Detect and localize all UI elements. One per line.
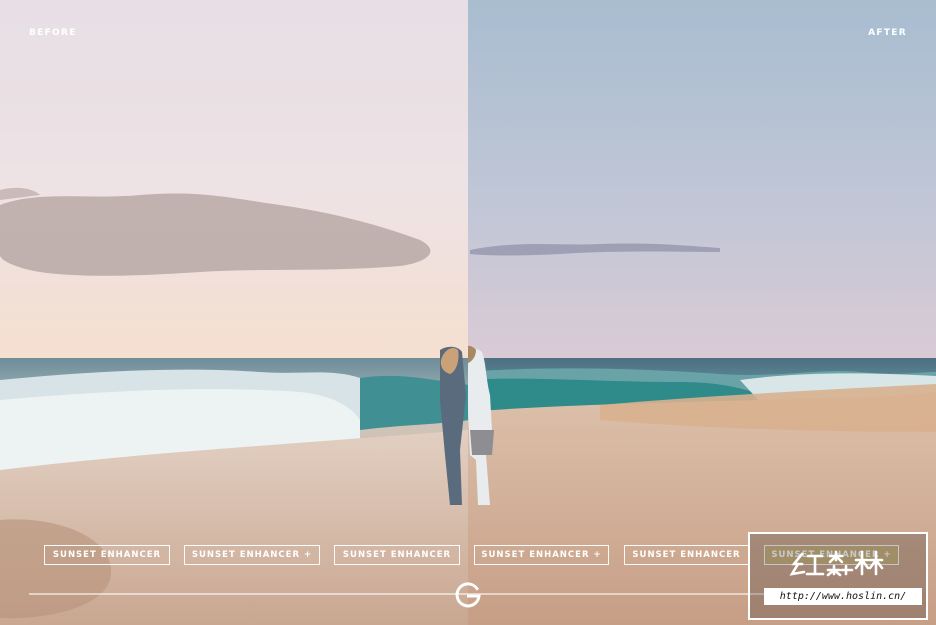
comparison-slider-handle[interactable] [453, 580, 483, 610]
g-logo-icon [455, 582, 481, 608]
watermark-brand-logo [789, 550, 884, 577]
before-after-comparison: BEFORE AFTER SUNSET ENHANCER SUNSET ENHA… [0, 0, 936, 625]
preset-button-4[interactable]: SUNSET ENHANCER + [474, 545, 609, 565]
after-label: AFTER [868, 28, 907, 38]
preset-button-2[interactable]: SUNSET ENHANCER + [184, 545, 320, 565]
before-image [0, 0, 468, 625]
before-label: BEFORE [29, 28, 77, 38]
watermark: http://www.hoslin.cn/ [748, 532, 928, 620]
watermark-url: http://www.hoslin.cn/ [764, 588, 922, 605]
comparison-divider[interactable] [467, 0, 469, 625]
preset-button-5[interactable]: SUNSET ENHANCER [624, 545, 749, 565]
preset-button-3[interactable]: SUNSET ENHANCER [334, 545, 460, 565]
preset-button-1[interactable]: SUNSET ENHANCER [44, 545, 170, 565]
before-photo [0, 0, 468, 625]
